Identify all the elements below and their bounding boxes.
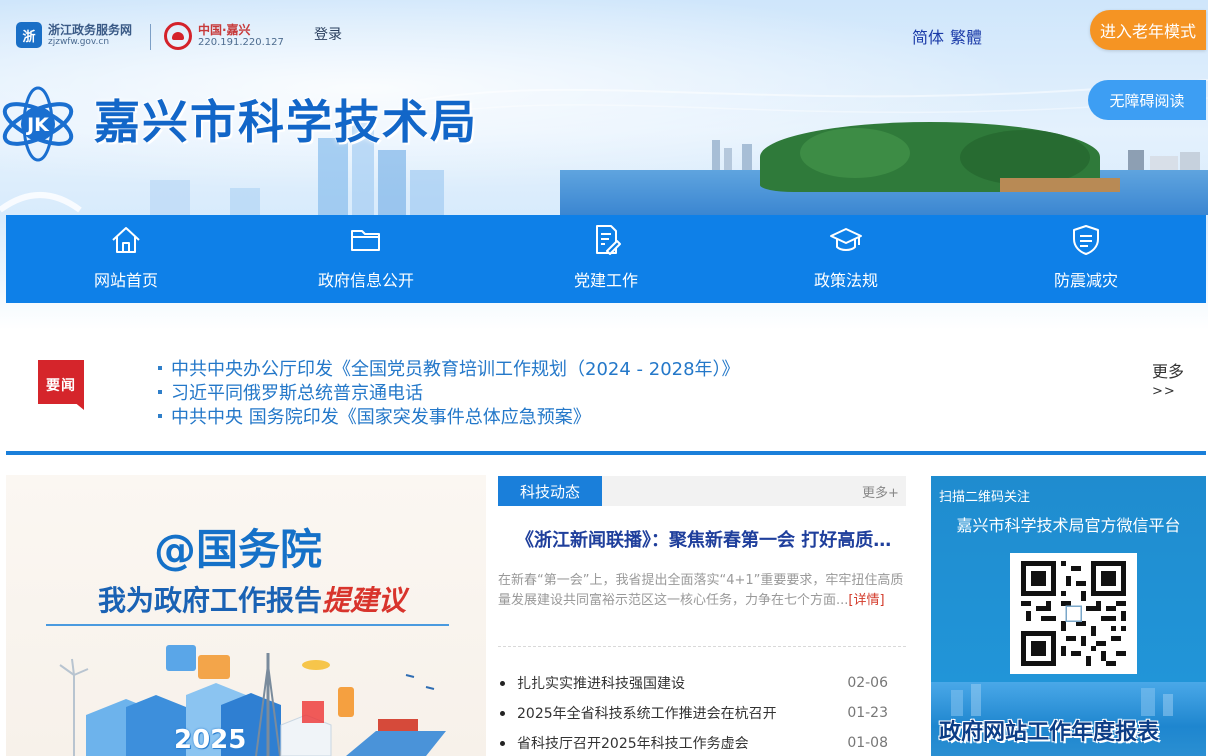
wechat-qr-panel: 扫描二维码关注 嘉兴市科学技术局官方微信平台 [931,476,1206,682]
wechat-platform-name: 嘉兴市科学技术局官方微信平台 [956,516,1181,535]
promo-banner[interactable]: @国务院 我为政府工作报告提建议 2025 [6,475,486,756]
region-name: 中国·嘉兴 [198,23,251,37]
region-logo-icon [164,22,192,50]
list-item[interactable]: 省科技厅召开2025年科技工作务虚会 01-08 [498,728,888,756]
list-item[interactable]: 2025年全省科技系统工作推进会在杭召开 01-23 [498,698,888,728]
promo-year: 2025 [174,725,247,755]
elder-mode-button[interactable]: 进入老年模式 [1090,10,1206,50]
list-item[interactable]: 扎扎实实推进科技强国建设 02-06 [498,668,888,698]
qr-code-icon [1021,561,1126,666]
promo-subtitle: 我为政府工作报告提建议 [98,583,406,619]
nav-label: 政府信息公开 [317,271,414,290]
list-item-title: 省科技厅召开2025年科技工作务虚会 [517,736,749,752]
jk-atom-logo-icon[interactable]: JK [0,86,80,162]
login-link[interactable]: 登录 [314,24,342,44]
tech-summary: 在新春“第一会”上，我省提出全面落实“4+1”重要要求，牢牢扭住高质量发展建设共… [498,571,906,611]
news-more-label: 更多 [1152,362,1185,381]
promo-underline [46,624,449,626]
bullet-icon [500,680,505,686]
tab-tech-news[interactable]: 科技动态 [498,476,602,506]
graduation-cap-icon [830,228,862,251]
zj-portal-name: 浙江政务服务网 [48,22,133,37]
region-link[interactable]: 中国·嘉兴 220.191.220.127 [164,22,284,50]
shield-icon [1073,225,1099,255]
tech-summary-text: 在新春“第一会”上，我省提出全面落实“4+1”重要要求，牢牢扭住高质量发展建设共… [498,573,904,608]
nav-item-party-building[interactable]: 党建工作 [486,215,726,303]
news-item[interactable]: 习近平同俄罗斯总统普京通电话 [158,380,740,404]
headline-news-list: 中共中央办公厅印发《全国党员教育培训工作规划（2024 - 2028年）》 习近… [158,356,740,428]
nav-label: 网站首页 [93,271,158,290]
nav-label: 党建工作 [573,271,638,290]
region-ip: 220.191.220.127 [198,37,284,48]
island-trees [960,130,1090,185]
tech-more-link[interactable]: 更多+ [862,482,899,501]
topbar-divider [150,24,151,50]
news-item[interactable]: 中共中央 国务院印发《国家突发事件总体应急预案》 [158,404,740,428]
promo-title: @国务院 [154,525,323,574]
nav-item-earthquake[interactable]: 防震减灾 [966,215,1206,303]
island-shore [1000,178,1120,192]
tech-news-list: 扎扎实实推进科技强国建设 02-06 2025年全省科技系统工作推进会在杭召开 … [498,668,888,756]
site-title: 嘉兴市科学技术局 [94,95,478,149]
news-more-link[interactable]: 更多 >> [1152,362,1184,402]
wechat-scan-label: 扫描二维码关注 [939,490,1031,505]
city-isometric-illustration [59,645,446,756]
lang-simplified-link[interactable]: 简体 [912,24,944,48]
bullet-icon [500,710,505,716]
tech-detail-link[interactable]: [详情] [848,593,884,608]
news-more-arrow: >> [1152,384,1176,399]
news-divider [6,451,1206,455]
nav-item-home[interactable]: 网站首页 [6,215,246,303]
nav-item-gov-info[interactable]: 政府信息公开 [246,215,486,303]
zj-portal-domain: zjzwfw.gov.cn [48,36,110,47]
main-nav: 网站首页 政府信息公开 党建工作 政策法规 防震减灾 [6,215,1206,303]
tech-divider [498,646,906,647]
tech-headline-link[interactable]: 《浙江新闻联播》：聚焦新春第一会 打好高质量发展组合拳 [516,526,898,552]
nav-label: 政策法规 [813,271,878,290]
folder-icon [351,230,380,251]
svg-text:JK: JK [25,114,50,136]
promo-subtitle-main: 我为政府工作报告 [98,584,323,617]
language-switch: 简体 繁體 [912,24,982,48]
list-item-date: 01-23 [847,705,888,721]
nav-item-policy[interactable]: 政策法规 [726,215,966,303]
zj-portal-logo-icon: 浙 [16,22,42,48]
list-item-date: 02-06 [847,675,888,691]
annual-report-label: 政府网站工作年度报表 [939,720,1160,745]
list-item-date: 01-08 [847,735,888,751]
bullet-icon [500,740,505,746]
list-item-title: 扎扎实实推进科技强国建设 [517,676,685,692]
nav-label: 防震减灾 [1053,271,1118,290]
accessibility-reading-button[interactable]: 无障碍阅读 [1088,80,1206,120]
lang-traditional-link[interactable]: 繁體 [950,24,982,48]
promo-subtitle-emph: 提建议 [322,584,407,617]
wechat-qr-code [1010,553,1137,674]
zj-portal-link[interactable]: 浙 浙江政务服务网 zjzwfw.gov.cn [16,22,132,48]
home-icon [112,227,140,253]
news-badge: 要闻 [38,360,84,410]
island-trees [800,128,910,178]
document-edit-icon [596,225,621,255]
news-item[interactable]: 中共中央办公厅印发《全国党员教育培训工作规划（2024 - 2028年）》 [158,356,740,380]
annual-report-banner[interactable]: 政府网站工作年度报表 [931,682,1206,756]
list-item-title: 2025年全省科技系统工作推进会在杭召开 [517,706,777,722]
